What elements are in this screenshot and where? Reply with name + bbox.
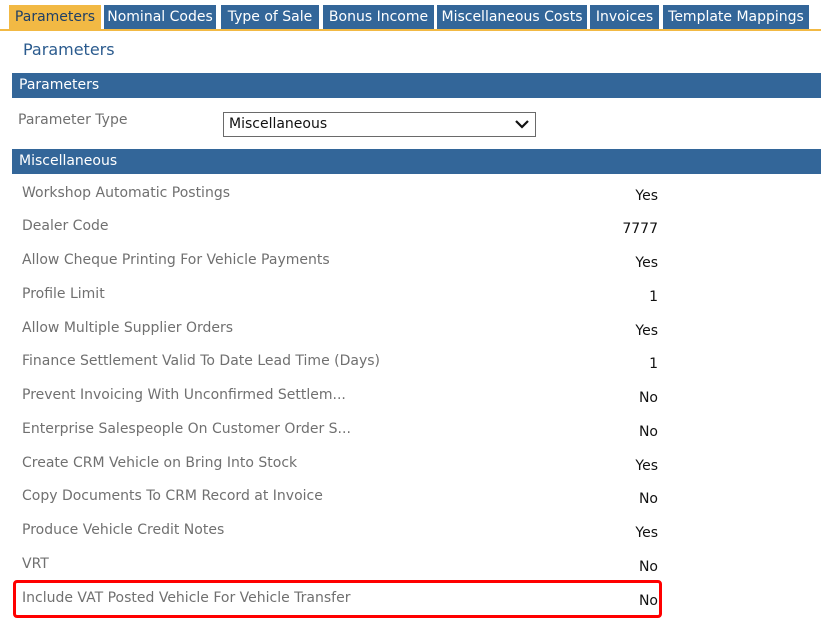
setting-label: Include VAT Posted Vehicle For Vehicle T… [22, 590, 351, 606]
miscellaneous-section-header: Miscellaneous [12, 149, 821, 174]
setting-label: Create CRM Vehicle on Bring Into Stock [22, 455, 298, 471]
parameter-type-label: Parameter Type [18, 112, 128, 128]
setting-label: VRT [22, 556, 49, 572]
setting-label: Profile Limit [22, 286, 105, 302]
setting-value[interactable]: Yes [635, 255, 658, 271]
parameters-section-header: Parameters [12, 73, 821, 98]
setting-row-highlighted: Include VAT Posted Vehicle For Vehicle T… [12, 590, 712, 620]
setting-value[interactable]: Yes [635, 458, 658, 474]
setting-value[interactable]: 1 [649, 289, 658, 305]
setting-value[interactable]: No [639, 390, 658, 406]
parameter-type-value: Miscellaneous [229, 116, 328, 132]
setting-row: Workshop Automatic Postings Yes [12, 185, 712, 215]
setting-row: Allow Multiple Supplier Orders Yes [12, 320, 712, 350]
setting-row: Dealer Code 7777 [12, 218, 712, 248]
tab-underline [0, 29, 821, 31]
setting-value[interactable]: Yes [635, 188, 658, 204]
setting-row: Enterprise Salespeople On Customer Order… [12, 421, 712, 451]
setting-label: Workshop Automatic Postings [22, 185, 231, 201]
tab-type-of-sale[interactable]: Type of Sale [221, 5, 319, 30]
setting-row: Create CRM Vehicle on Bring Into Stock Y… [12, 455, 712, 485]
tab-template-mappings[interactable]: Template Mappings [663, 5, 809, 30]
setting-row: VRT No [12, 556, 712, 586]
setting-row: Profile Limit 1 [12, 286, 712, 316]
setting-row: Finance Settlement Valid To Date Lead Ti… [12, 353, 712, 383]
tab-invoices[interactable]: Invoices [590, 5, 659, 30]
tab-parameters[interactable]: Parameters [9, 5, 101, 30]
setting-value[interactable]: No [639, 559, 658, 575]
setting-row: Allow Cheque Printing For Vehicle Paymen… [12, 252, 712, 282]
setting-label: Copy Documents To CRM Record at Invoice [22, 488, 323, 504]
setting-value[interactable]: 7777 [622, 221, 658, 237]
setting-label: Produce Vehicle Credit Notes [22, 522, 225, 538]
setting-row: Prevent Invoicing With Unconfirmed Settl… [12, 387, 712, 417]
setting-label: Finance Settlement Valid To Date Lead Ti… [22, 353, 380, 369]
setting-value[interactable]: No [639, 491, 658, 507]
setting-value[interactable]: Yes [635, 525, 658, 541]
tab-nominal-codes[interactable]: Nominal Codes [104, 5, 216, 30]
setting-label: Prevent Invoicing With Unconfirmed Settl… [22, 387, 346, 403]
tab-bonus-income[interactable]: Bonus Income [323, 5, 434, 30]
setting-value[interactable]: 1 [649, 356, 658, 372]
tab-miscellaneous-costs[interactable]: Miscellaneous Costs [437, 5, 587, 30]
setting-label: Dealer Code [22, 218, 109, 234]
setting-value[interactable]: Yes [635, 323, 658, 339]
setting-value[interactable]: No [639, 424, 658, 440]
setting-label: Enterprise Salespeople On Customer Order… [22, 421, 351, 437]
setting-value[interactable]: No [639, 593, 658, 609]
chevron-down-icon [515, 120, 529, 129]
setting-row: Copy Documents To CRM Record at Invoice … [12, 488, 712, 518]
parameter-type-select[interactable]: Miscellaneous [223, 112, 536, 137]
tab-bar: Parameters Nominal Codes Type of Sale Bo… [0, 5, 821, 30]
setting-label: Allow Cheque Printing For Vehicle Paymen… [22, 252, 330, 268]
setting-label: Allow Multiple Supplier Orders [22, 320, 234, 336]
setting-row: Produce Vehicle Credit Notes Yes [12, 522, 712, 552]
page-title: Parameters [23, 40, 115, 59]
